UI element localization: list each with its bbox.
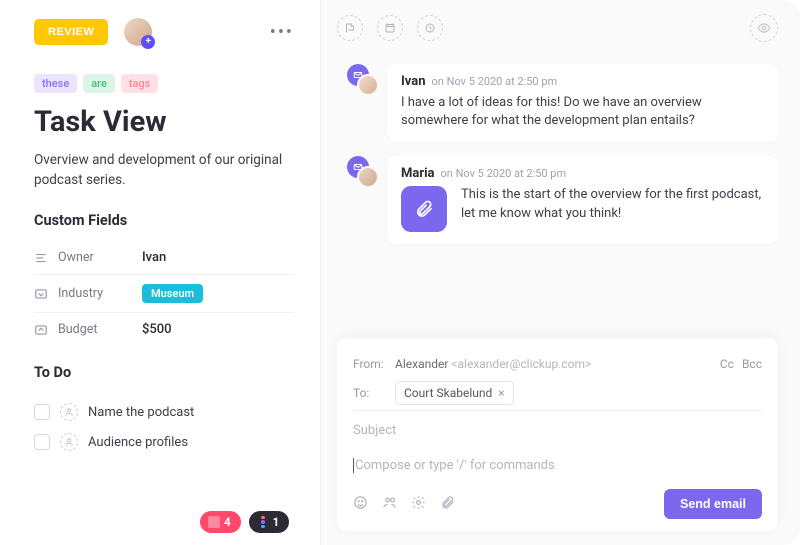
checkbox[interactable] xyxy=(34,434,50,450)
watchers-icon[interactable] xyxy=(750,14,778,42)
field-budget[interactable]: Budget $500 xyxy=(34,313,294,346)
email-composer: From: Alexander <alexander@clickup.com> … xyxy=(337,338,778,531)
industry-pill: Museum xyxy=(142,284,203,303)
currency-icon xyxy=(34,323,48,337)
invision-icon xyxy=(208,516,220,528)
invision-integration-pill[interactable]: 4 xyxy=(200,511,241,533)
checkbox[interactable] xyxy=(34,404,50,420)
priority-icon[interactable] xyxy=(337,15,363,41)
todo-heading: To Do xyxy=(34,364,294,381)
to-label: To: xyxy=(353,386,395,400)
todo-text: Audience profiles xyxy=(88,435,188,450)
tag[interactable]: are xyxy=(83,74,115,93)
avatar-image xyxy=(357,74,379,96)
subject-input[interactable]: Subject xyxy=(353,410,762,442)
comment-author: Maria xyxy=(401,166,435,181)
calendar-icon[interactable] xyxy=(377,15,403,41)
recipient-name: Court Skabelund xyxy=(404,386,492,400)
comment-author: Ivan xyxy=(401,74,426,89)
pill-count: 4 xyxy=(224,515,231,529)
review-status-button[interactable]: REVIEW xyxy=(34,19,108,45)
comment: Maria on Nov 5 2020 at 2:50 pm This is t… xyxy=(347,156,778,244)
field-value: Ivan xyxy=(142,250,166,265)
attach-icon[interactable] xyxy=(440,495,455,514)
field-value: $500 xyxy=(142,322,172,337)
figma-icon xyxy=(257,516,269,528)
recipient-chip[interactable]: Court Skabelund × xyxy=(395,381,514,405)
comment-avatar[interactable] xyxy=(347,64,377,94)
attachment-icon[interactable] xyxy=(401,186,447,232)
tag[interactable]: tags xyxy=(121,74,159,93)
field-label: Industry xyxy=(58,286,142,301)
todo-item[interactable]: Audience profiles xyxy=(34,433,294,451)
field-owner[interactable]: Owner Ivan xyxy=(34,241,294,275)
custom-fields-heading: Custom Fields xyxy=(34,212,294,229)
comment: Ivan on Nov 5 2020 at 2:50 pm I have a l… xyxy=(347,64,778,142)
from-label: From: xyxy=(353,357,395,371)
dropdown-icon xyxy=(34,287,48,301)
tag[interactable]: these xyxy=(34,74,77,93)
todo-item[interactable]: Name the podcast xyxy=(34,403,294,421)
comment-text: I have a lot of ideas for this! Do we ha… xyxy=(401,94,764,130)
pill-count: 1 xyxy=(273,515,280,529)
emoji-icon[interactable] xyxy=(353,495,368,514)
field-label: Owner xyxy=(58,250,142,265)
remove-recipient-icon[interactable]: × xyxy=(498,386,504,400)
tag-row: these are tags xyxy=(34,74,294,93)
settings-icon[interactable] xyxy=(411,495,426,514)
comment-text: This is the start of the overview for th… xyxy=(461,186,764,222)
avatar-image xyxy=(357,166,379,188)
field-industry[interactable]: Industry Museum xyxy=(34,275,294,313)
cc-button[interactable]: Cc xyxy=(720,357,734,371)
assign-person-icon[interactable] xyxy=(60,433,78,451)
mention-icon[interactable] xyxy=(382,495,397,514)
task-description[interactable]: Overview and development of our original… xyxy=(34,151,294,190)
comment-avatar[interactable] xyxy=(347,156,377,186)
figma-integration-pill[interactable]: 1 xyxy=(249,511,290,533)
time-icon[interactable] xyxy=(417,15,443,41)
add-assignee-icon[interactable]: + xyxy=(141,35,155,49)
more-menu-icon[interactable]: ••• xyxy=(270,22,294,43)
bcc-button[interactable]: Bcc xyxy=(742,357,762,371)
assign-person-icon[interactable] xyxy=(60,403,78,421)
task-title[interactable]: Task View xyxy=(34,105,294,139)
body-input[interactable]: Compose or type '/' for commands xyxy=(353,442,762,483)
comment-timestamp: on Nov 5 2020 at 2:50 pm xyxy=(441,167,567,180)
from-name[interactable]: Alexander xyxy=(395,357,448,371)
assignee-avatar[interactable]: + xyxy=(124,18,152,46)
comment-timestamp: on Nov 5 2020 at 2:50 pm xyxy=(432,75,558,88)
send-email-button[interactable]: Send email xyxy=(664,489,762,519)
todo-text: Name the podcast xyxy=(88,405,194,420)
from-email: <alexander@clickup.com> xyxy=(451,357,591,371)
owner-icon xyxy=(34,251,48,265)
field-label: Budget xyxy=(58,322,142,337)
